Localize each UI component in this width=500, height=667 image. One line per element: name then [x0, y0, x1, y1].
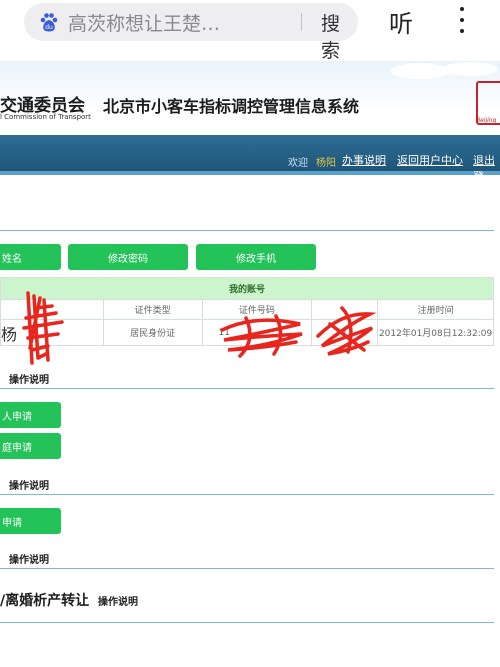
header-phone [311, 299, 379, 320]
transfer-operation-guide[interactable]: 操作说明 [98, 593, 138, 608]
table-row: 杨 居民身份证 11 1 2012年01月08日12:32:09 [0, 319, 494, 346]
commission-name-en: l Commission of Transport [0, 113, 91, 121]
nav-link-guide[interactable]: 办事说明 [342, 152, 386, 168]
divider [0, 568, 494, 569]
account-table-header: 证件类型 证件号码 注册时间 [0, 299, 494, 320]
nav-welcome: 欢迎 [288, 158, 308, 169]
listen-button[interactable]: 听 [389, 4, 413, 39]
operation-guide-label[interactable]: 操作说明 [9, 551, 49, 566]
browser-search-bar: du 高茨称想让王楚… 搜索 听 [0, 0, 500, 62]
svg-text:du: du [45, 24, 53, 31]
divider [0, 388, 494, 389]
page: du 高茨称想让王楚… 搜索 听 交通委员会 l Commission of T… [0, 0, 500, 667]
seal-text: Beijing [476, 117, 497, 124]
header-registered: 注册时间 [377, 299, 494, 320]
nav-link-user-center[interactable]: 返回用户中心 [397, 152, 463, 168]
divider [0, 622, 494, 623]
header-id-type: 证件类型 [102, 299, 203, 320]
more-vertical-icon[interactable] [458, 7, 466, 37]
search-pill[interactable]: du 高茨称想让王楚… 搜索 [24, 3, 358, 62]
system-title: 北京市小客车指标调控管理信息系统 [103, 97, 360, 116]
operation-guide-label[interactable]: 操作说明 [9, 371, 49, 386]
change-name-button[interactable]: 姓名 [0, 244, 61, 270]
nav-link-logout[interactable]: 退出登 [473, 152, 500, 184]
search-divider [301, 13, 302, 31]
family-apply-button[interactable]: 庭申请 [0, 433, 61, 459]
transfer-section-title: /离婚析产转让 [0, 593, 90, 609]
account-table: 我的账号 证件类型 证件号码 注册时间 杨 居民身份证 11 1 2012年01… [0, 277, 494, 346]
cell-phone: 1 [311, 319, 379, 346]
cell-id-type: 居民身份证 [102, 319, 203, 346]
nav-stripe [0, 171, 500, 175]
divider [0, 494, 494, 495]
site-header: 交通委员会 l Commission of Transport 北京市小客车指标… [0, 61, 500, 135]
header-name [0, 299, 104, 320]
unit-apply-button[interactable]: 申请 [0, 508, 61, 534]
divider [0, 230, 494, 231]
personal-apply-button[interactable]: 人申请 [0, 402, 61, 428]
cell-registered: 2012年01月08日12:32:09 [377, 319, 494, 346]
baidu-paw-icon: du [40, 13, 58, 32]
search-query-text[interactable]: 高茨称想让王楚… [68, 9, 258, 36]
header-id-number: 证件号码 [201, 299, 313, 320]
change-phone-button[interactable]: 修改手机 [196, 244, 316, 270]
cell-name: 杨 [0, 319, 104, 346]
nav-username: 杨阳 [316, 158, 336, 169]
cell-id-number: 11 [201, 319, 313, 346]
account-table-title: 我的账号 [0, 277, 494, 300]
cloud-decoration [390, 62, 498, 79]
operation-guide-label[interactable]: 操作说明 [9, 477, 49, 492]
account-table-title-row: 我的账号 [0, 277, 494, 300]
change-password-button[interactable]: 修改密码 [68, 244, 188, 270]
search-button[interactable]: 搜索 [321, 9, 358, 63]
